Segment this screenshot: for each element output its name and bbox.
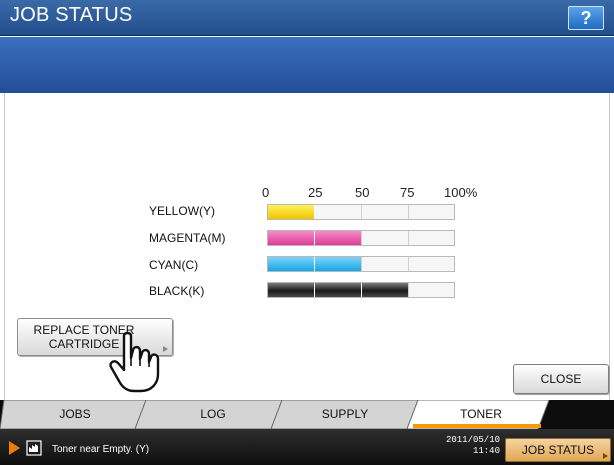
toner-label-yellow: YELLOW(Y) bbox=[149, 204, 216, 218]
scale-label-50: 50 bbox=[355, 185, 370, 200]
tab-log[interactable]: LOG bbox=[168, 407, 258, 421]
scale-label-75: 75 bbox=[400, 185, 415, 200]
job-status-screen: JOB STATUS ? 0 25 50 75 100% YELLOW(Y) M… bbox=[0, 0, 614, 465]
toner-label-black: BLACK(K) bbox=[149, 284, 205, 298]
tab-jobs[interactable]: JOBS bbox=[30, 407, 120, 421]
toner-level-black bbox=[268, 283, 408, 297]
help-button[interactable]: ? bbox=[568, 6, 604, 30]
play-triangle-icon bbox=[9, 441, 20, 455]
title-bar: JOB STATUS ? bbox=[0, 0, 614, 36]
status-time: 11:40 bbox=[472, 446, 500, 456]
scale-label-100: 100% bbox=[444, 185, 478, 200]
tab-supply[interactable]: SUPPLY bbox=[300, 407, 390, 421]
toner-bar-yellow bbox=[267, 204, 455, 220]
date-time: 2011/05/10 11:40 bbox=[438, 435, 500, 457]
status-message: Toner near Empty. (Y) bbox=[52, 444, 150, 455]
toner-label-magenta: MAGENTA(M) bbox=[149, 231, 226, 245]
tab-toner[interactable]: TONER bbox=[436, 407, 526, 421]
scale-label-25: 25 bbox=[308, 185, 323, 200]
close-button[interactable]: CLOSE bbox=[513, 364, 609, 394]
toner-bar-cyan bbox=[267, 256, 455, 272]
page-title: JOB STATUS bbox=[10, 4, 133, 26]
message-band bbox=[0, 37, 614, 93]
status-date: 2011/05/10 bbox=[445, 435, 500, 445]
question-mark-icon: ? bbox=[580, 8, 592, 28]
expand-arrow-icon bbox=[603, 453, 608, 459]
toner-bar-magenta bbox=[267, 230, 455, 246]
hand-pointer-icon bbox=[109, 331, 160, 393]
job-status-button[interactable]: JOB STATUS bbox=[505, 438, 611, 462]
toner-icon bbox=[26, 440, 42, 456]
toner-level-yellow bbox=[268, 205, 315, 219]
toner-label-cyan: CYAN(C) bbox=[149, 258, 199, 272]
toner-bar-black bbox=[267, 282, 455, 298]
scale-label-0: 0 bbox=[262, 185, 270, 200]
